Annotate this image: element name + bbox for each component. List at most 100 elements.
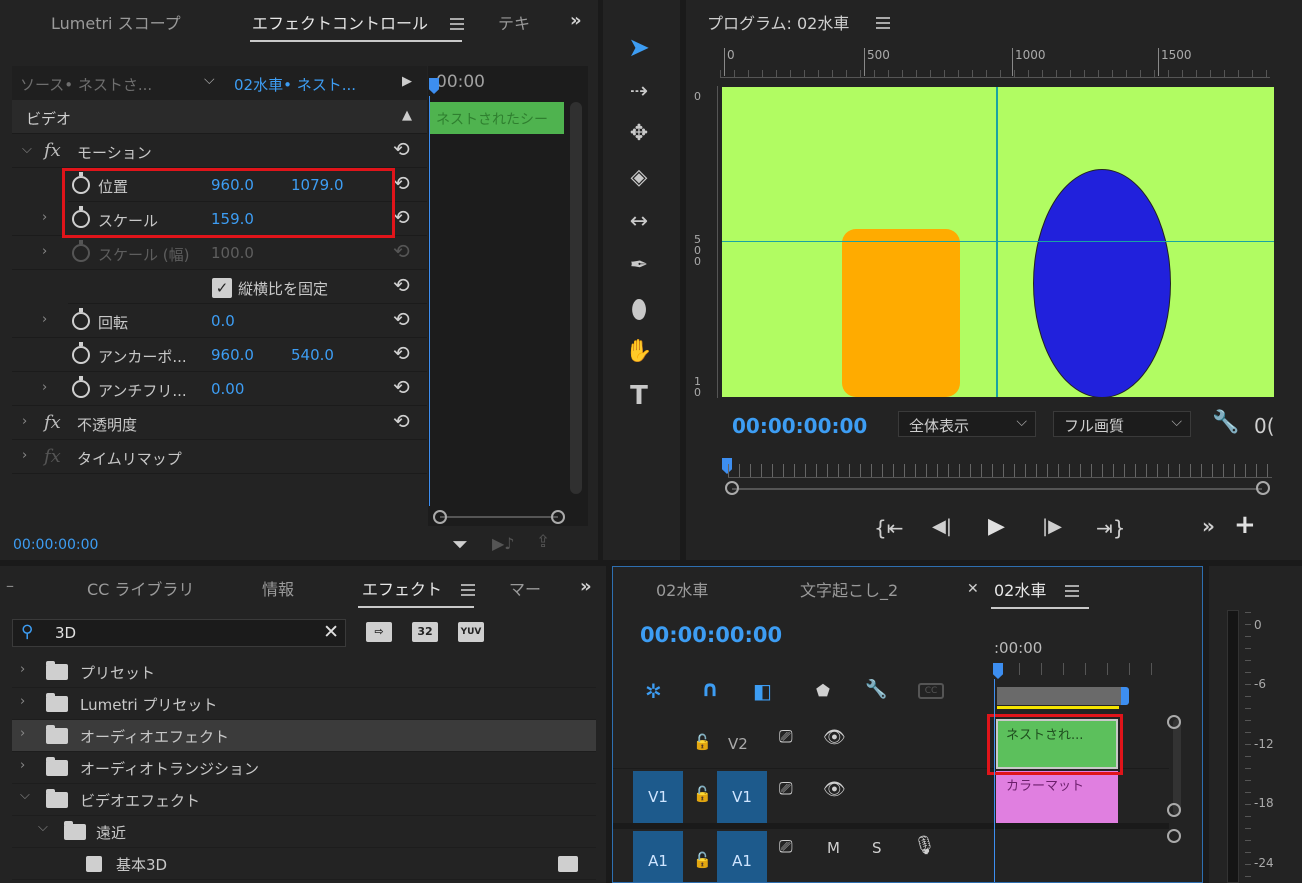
reset-icon[interactable]: ⟲: [393, 409, 410, 433]
anchor-y-value[interactable]: 540.0: [291, 346, 334, 364]
work-area-bar[interactable]: [997, 687, 1125, 705]
tab-info[interactable]: 情報: [262, 576, 294, 600]
ec-scrollbar[interactable]: [570, 102, 582, 494]
collapse-up-icon[interactable]: ▲: [402, 108, 412, 123]
tab-effects[interactable]: エフェクト: [362, 576, 442, 600]
scrub-zoom-handle-left[interactable]: [725, 481, 739, 495]
stopwatch-icon[interactable]: [72, 308, 90, 330]
vertical-guide[interactable]: [996, 87, 998, 397]
timeline-scroll-handle-bottom[interactable]: [1167, 803, 1181, 817]
tab-markers[interactable]: マー: [509, 576, 541, 600]
chevron-down-icon[interactable]: ⌵: [38, 820, 48, 835]
chevron-right-icon[interactable]: ›: [20, 662, 25, 677]
pen-tool-icon[interactable]: ✒: [622, 250, 656, 282]
scrub-zoom-handle-right[interactable]: [1256, 481, 1270, 495]
ec-footer-timecode[interactable]: 00:00:00:00: [13, 537, 98, 553]
lock-icon[interactable]: 🔓: [693, 785, 712, 803]
horizontal-guide[interactable]: [722, 241, 1274, 242]
step-back-icon[interactable]: ◀|: [932, 516, 952, 537]
yuv-effects-badge[interactable]: YUV: [458, 622, 484, 642]
mute-button[interactable]: M: [827, 839, 840, 857]
add-marker-icon[interactable]: ◧: [753, 679, 772, 703]
32bit-effects-badge[interactable]: 32: [412, 622, 438, 642]
tab-sequence-02-active[interactable]: 02水車: [994, 577, 1046, 601]
effects-search-field[interactable]: ⚲ 3D ✕: [12, 619, 346, 647]
fx-icon[interactable]: fx: [44, 412, 61, 433]
fx-icon[interactable]: fx: [44, 140, 61, 161]
sync-lock-icon[interactable]: ⎚: [779, 837, 793, 857]
work-area-end-icon[interactable]: [1121, 687, 1129, 705]
antiflicker-value[interactable]: 0.00: [211, 380, 244, 398]
effects-item-perspective[interactable]: ⌵ 遠近: [12, 816, 596, 848]
panel-menu-icon[interactable]: [450, 18, 464, 30]
chevron-right-icon[interactable]: ›: [20, 694, 25, 709]
play-clip-icon[interactable]: ▶: [402, 74, 412, 89]
source-patch-a1[interactable]: A1: [633, 831, 683, 882]
effects-item-presets[interactable]: › プリセット: [12, 656, 596, 688]
track-select-tool-icon[interactable]: ⇢: [622, 76, 656, 108]
chevron-down-icon[interactable]: ⌵: [204, 72, 215, 88]
panel-menu-icon[interactable]: [1065, 585, 1079, 597]
effect-row-motion[interactable]: ⌵ fx モーション ⟲: [12, 134, 427, 168]
accelerated-effects-icon[interactable]: ⇨: [366, 622, 392, 642]
filter-icon[interactable]: ⏷: [452, 532, 468, 556]
tab-effect-controls[interactable]: エフェクトコントロール: [252, 10, 428, 34]
reset-icon[interactable]: ⟲: [393, 205, 410, 229]
panel-menu-icon[interactable]: [461, 584, 475, 596]
lock-icon[interactable]: 🔓: [693, 851, 712, 869]
chevron-right-icon[interactable]: ›: [42, 244, 47, 259]
anchor-x-value[interactable]: 960.0: [211, 346, 254, 364]
add-button-icon[interactable]: +: [1234, 510, 1256, 540]
selection-tool-icon[interactable]: ➤: [622, 32, 656, 64]
marker-icon[interactable]: ⬟: [816, 681, 830, 700]
audio-scroll-handle[interactable]: [1167, 829, 1181, 843]
reset-icon[interactable]: ⟲: [393, 307, 410, 331]
clear-search-icon[interactable]: ✕: [323, 621, 339, 643]
reset-icon[interactable]: ⟲: [393, 137, 410, 161]
panel-overflow-icon[interactable]: »: [580, 576, 592, 597]
hand-tool-icon[interactable]: ✋: [622, 336, 656, 368]
type-tool-icon[interactable]: T: [622, 380, 656, 412]
timeline-scroll-handle-top[interactable]: [1167, 715, 1181, 729]
ec-zoom-handle-right[interactable]: [551, 510, 565, 524]
reset-icon[interactable]: ⟲: [393, 273, 410, 297]
chevron-right-icon[interactable]: ›: [42, 380, 47, 395]
tab-transcript-2[interactable]: 文字起こし_2: [800, 577, 898, 601]
source-clip-label[interactable]: ソース• ネストさ...: [20, 74, 152, 95]
stopwatch-icon[interactable]: [72, 376, 90, 398]
chevron-right-icon[interactable]: ›: [20, 758, 25, 773]
effects-item-video-effects[interactable]: ⌵ ビデオエフェクト: [12, 784, 596, 816]
microphone-icon[interactable]: 🎙: [913, 835, 936, 856]
step-forward-icon[interactable]: |▶: [1042, 516, 1062, 537]
track-v2-label[interactable]: V2: [728, 735, 748, 753]
linked-selection-icon[interactable]: ∩: [701, 677, 719, 702]
play-icon[interactable]: ▶: [988, 514, 1005, 539]
chevron-right-icon[interactable]: ›: [20, 726, 25, 741]
chevron-down-icon[interactable]: ⌵: [20, 788, 30, 803]
chevron-right-icon[interactable]: ›: [42, 312, 47, 327]
tab-lumetri-scopes[interactable]: Lumetri スコープ: [51, 10, 181, 34]
program-monitor-title[interactable]: プログラム: 02水車: [707, 10, 849, 34]
chevron-right-icon[interactable]: ›: [22, 448, 27, 463]
tab-text[interactable]: テキ: [498, 10, 530, 34]
eye-icon[interactable]: 👁: [823, 779, 846, 800]
rotation-value[interactable]: 0.0: [211, 312, 235, 330]
sync-lock-icon[interactable]: ⎚: [779, 779, 793, 799]
effects-item-audio-transitions[interactable]: › オーディオトランジション: [12, 752, 596, 784]
ripple-edit-tool-icon[interactable]: ✥: [622, 118, 656, 150]
reset-icon[interactable]: ⟲: [393, 341, 410, 365]
scrub-zoom-bar[interactable]: [732, 488, 1262, 490]
chevron-right-icon[interactable]: ›: [42, 210, 47, 225]
ec-zoom-bar[interactable]: [440, 516, 558, 518]
track-divider[interactable]: [613, 823, 1169, 829]
lock-icon[interactable]: 🔓: [693, 733, 712, 751]
track-a1-target[interactable]: A1: [717, 831, 767, 882]
source-patch-v1[interactable]: V1: [633, 771, 683, 823]
effect-row-opacity[interactable]: › fx 不透明度 ⟲: [12, 406, 427, 440]
timeline-playhead-icon[interactable]: [993, 663, 1003, 679]
effects-item-lumetri-presets[interactable]: › Lumetri プリセット: [12, 688, 596, 720]
zoom-level-select[interactable]: 全体表示 ⌵: [898, 411, 1036, 437]
reset-icon[interactable]: ⟲: [393, 171, 410, 195]
uniform-scale-checkbox[interactable]: ✓: [212, 278, 232, 298]
go-to-in-icon[interactable]: {⇤: [874, 516, 903, 540]
